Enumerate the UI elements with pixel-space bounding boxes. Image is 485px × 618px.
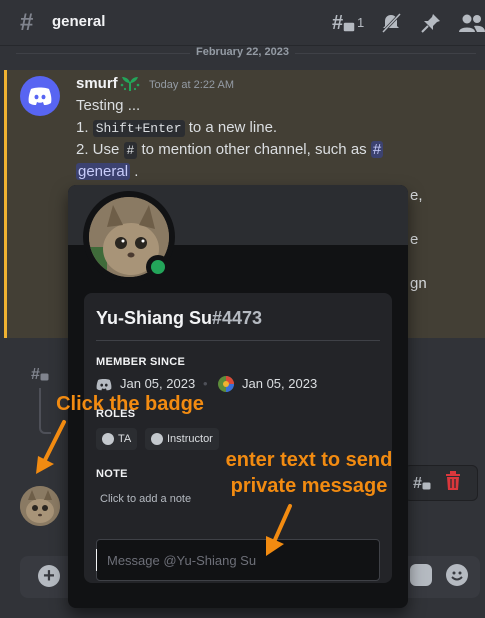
message-text: 2. Use (76, 141, 120, 158)
note-heading: NOTE (96, 468, 128, 480)
user-avatar[interactable] (20, 486, 60, 526)
profile-name: Yu-Shiang Su (96, 308, 213, 328)
role-badge[interactable]: TA (96, 428, 138, 450)
profile-discriminator: #4473 (212, 308, 263, 328)
online-status-icon (151, 260, 165, 274)
channel-mention[interactable]: general (76, 163, 131, 180)
annotation-line: enter text to send (225, 449, 393, 471)
text-cursor (96, 549, 97, 571)
role-name: TA (118, 433, 132, 445)
message-line: Testing ... (76, 97, 141, 114)
role-name: Instructor (167, 433, 213, 445)
message-fragment: e, (410, 187, 423, 204)
sprout-badge-icon[interactable] (118, 74, 142, 92)
channel-hash-icon: # (20, 9, 34, 36)
server-member-since: Jan 05, 2023 (242, 376, 318, 391)
badge-annotation: Click the badge (56, 393, 204, 415)
inline-code: Shift+Enter (92, 120, 185, 137)
message-fragment: e (410, 231, 419, 248)
thread-icon: # (31, 366, 50, 383)
member-since-heading: MEMBER SINCE (96, 356, 186, 368)
role-color-icon (102, 433, 114, 445)
channel-title: general (52, 13, 106, 30)
cat-avatar-image (20, 486, 60, 526)
discord-logo-icon (28, 87, 52, 105)
profile-divider (96, 340, 380, 341)
annotation-line: private message (230, 475, 388, 497)
pin-icon[interactable] (420, 12, 442, 34)
thread-count: 1 (357, 15, 365, 30)
channel-mention-hash[interactable]: # (370, 141, 384, 158)
delete-icon[interactable] (444, 470, 462, 492)
discord-member-since: Jan 05, 2023 (120, 376, 196, 391)
emoji-icon[interactable] (446, 564, 468, 586)
message-text: . (134, 163, 139, 180)
list-number: 1. (76, 119, 89, 136)
sticker-icon[interactable] (410, 564, 432, 586)
message-text: to mention other channel, such as (141, 141, 367, 158)
arrow-icon (36, 420, 66, 474)
message-line: 1. Shift+Enter to a new line. (76, 119, 278, 137)
message-line: general . (76, 163, 138, 180)
direct-message-input[interactable] (96, 539, 380, 581)
smile-icon (451, 571, 463, 581)
message-text: to a new line. (188, 119, 278, 136)
message-fragment: gn (410, 275, 427, 292)
arrow-icon (266, 504, 292, 556)
inline-code: # (123, 142, 138, 159)
message-line: 2. Use # to mention other channel, such … (76, 141, 384, 159)
discord-logo-icon (96, 378, 112, 391)
private-message-annotation: enter text to send private message (200, 447, 418, 499)
message-author[interactable]: smurf (76, 75, 118, 92)
add-attachment-icon[interactable]: + (38, 565, 60, 587)
svg-text:#: # (332, 12, 343, 34)
author-avatar[interactable] (20, 76, 60, 116)
note-field[interactable]: Click to add a note (100, 493, 191, 505)
message-timestamp: Today at 2:22 AM (149, 79, 234, 91)
role-color-icon (151, 433, 163, 445)
svg-text:#: # (31, 366, 40, 383)
profile-username[interactable]: Yu-Shiang Su#4473 (96, 308, 262, 329)
notification-muted-icon[interactable] (380, 12, 402, 34)
date-divider: February 22, 2023 (190, 46, 295, 58)
member-list-icon[interactable] (458, 12, 485, 34)
date-separator: • (203, 376, 208, 391)
threads-icon[interactable]: # (332, 11, 356, 35)
